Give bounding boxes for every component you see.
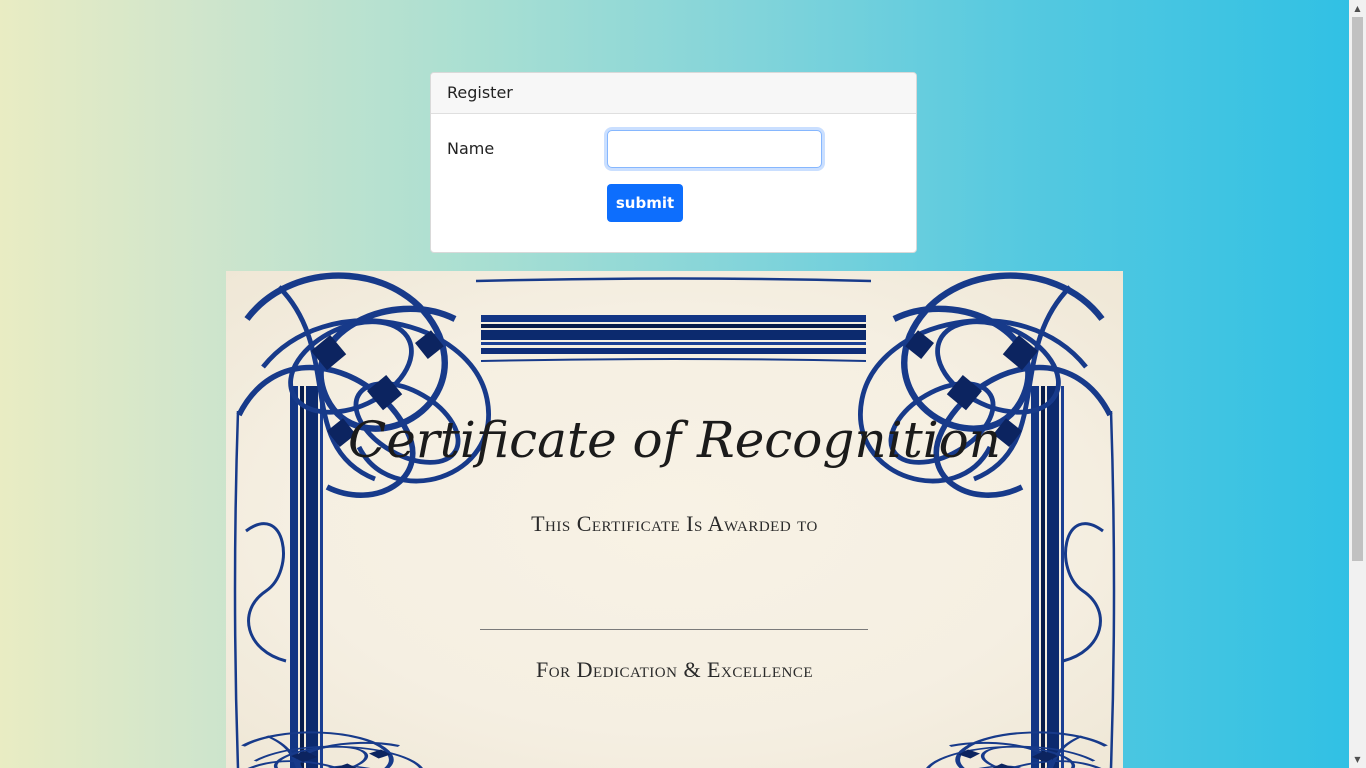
name-label: Name (447, 139, 495, 158)
vertical-scrollbar[interactable]: ▲ ▼ (1349, 0, 1366, 768)
certificate-title: Certificate of Recognition (347, 411, 1001, 469)
submit-button[interactable]: submit (607, 184, 683, 222)
scroll-down-arrow-icon[interactable]: ▼ (1349, 751, 1366, 768)
scroll-up-arrow-icon[interactable]: ▲ (1349, 0, 1366, 17)
register-card: Register Name submit (430, 72, 917, 253)
name-input[interactable] (607, 130, 822, 168)
certificate-awarded-text: This Certificate Is Awarded to (531, 511, 818, 536)
certificate-footer-text: For Dedication & Excellence (536, 657, 813, 682)
register-card-header: Register (431, 73, 916, 114)
certificate-name-line (480, 629, 868, 630)
certificate-image: Certificate of Recognition This Certific… (226, 271, 1123, 768)
scrollbar-thumb[interactable] (1352, 17, 1363, 561)
page-viewport: Register Name submit Certificate of Reco… (0, 0, 1349, 768)
